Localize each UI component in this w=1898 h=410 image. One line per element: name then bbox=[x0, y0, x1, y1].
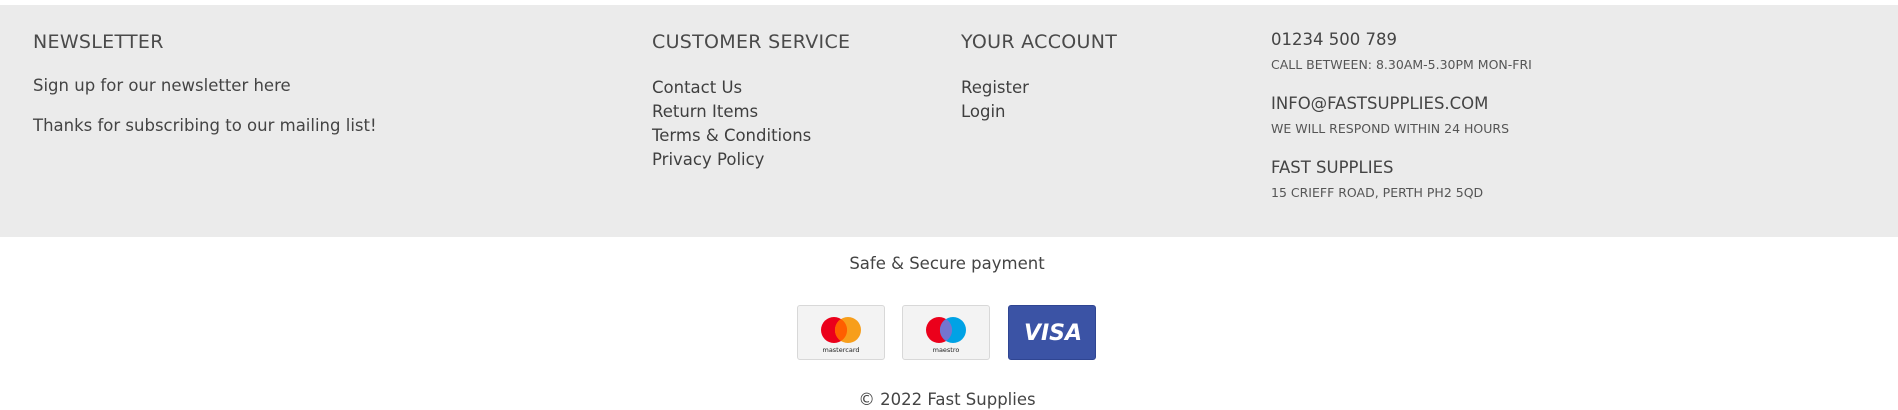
account-links: Register Login bbox=[961, 76, 1029, 124]
return-items-link[interactable]: Return Items bbox=[652, 100, 811, 124]
payment-cards: mastercard maestro VISA bbox=[797, 305, 1097, 361]
terms-conditions-link[interactable]: Terms & Conditions bbox=[652, 124, 811, 148]
mastercard-label: mastercard bbox=[822, 346, 859, 354]
register-link[interactable]: Register bbox=[961, 76, 1029, 100]
login-link[interactable]: Login bbox=[961, 100, 1029, 124]
phone-hours: CALL BETWEEN: 8.30AM-5.30PM MON-FRI bbox=[1271, 57, 1532, 72]
customer-service-heading: CUSTOMER SERVICE bbox=[652, 31, 851, 53]
phone-number[interactable]: 01234 500 789 bbox=[1271, 30, 1397, 49]
company-name: FAST SUPPLIES bbox=[1271, 158, 1394, 177]
company-address: 15 CRIEFF ROAD, PERTH PH2 5QD bbox=[1271, 185, 1484, 200]
newsletter-thanks-message: Thanks for subscribing to our mailing li… bbox=[33, 116, 377, 135]
privacy-policy-link[interactable]: Privacy Policy bbox=[652, 148, 811, 172]
mastercard-icon: mastercard bbox=[797, 305, 885, 360]
visa-icon: VISA bbox=[1008, 305, 1096, 360]
secure-payment-heading: Safe & Secure payment bbox=[849, 254, 1045, 273]
maestro-icon: maestro bbox=[902, 305, 990, 360]
email-note: WE WILL RESPOND WITHIN 24 HOURS bbox=[1271, 121, 1510, 136]
email-address[interactable]: INFO@FASTSUPPLIES.COM bbox=[1271, 94, 1488, 113]
newsletter-signup-link[interactable]: Sign up for our newsletter here bbox=[33, 76, 291, 95]
maestro-label: maestro bbox=[933, 346, 960, 354]
footer-top: NEWSLETTER Sign up for our newsletter he… bbox=[0, 5, 1898, 237]
contact-us-link[interactable]: Contact Us bbox=[652, 76, 811, 100]
copyright-text: © 2022 Fast Supplies bbox=[858, 390, 1036, 409]
customer-service-links: Contact Us Return Items Terms & Conditio… bbox=[652, 76, 811, 172]
account-heading: YOUR ACCOUNT bbox=[961, 31, 1118, 53]
newsletter-heading: NEWSLETTER bbox=[33, 31, 164, 53]
visa-label: VISA bbox=[1024, 321, 1082, 346]
